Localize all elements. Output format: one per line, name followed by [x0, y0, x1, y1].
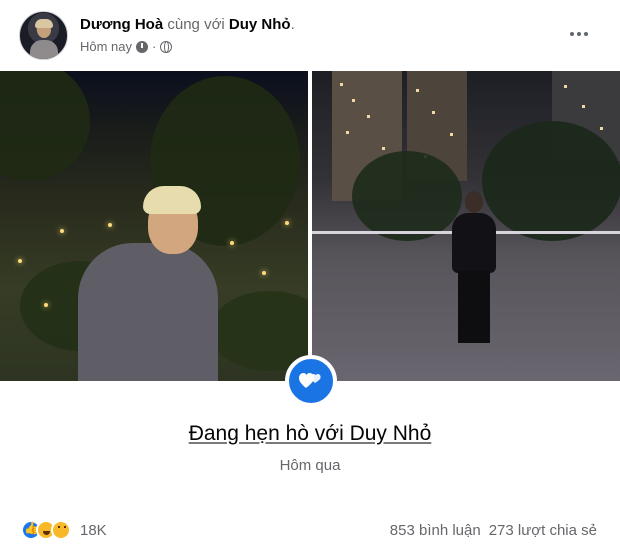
post-meta: Hôm nay ·	[80, 39, 173, 54]
photo-right[interactable]	[312, 71, 620, 381]
with-text: cùng với	[167, 16, 225, 33]
comment-count[interactable]: 853 bình luận	[390, 522, 481, 539]
post-photos	[0, 71, 620, 381]
relationship-badge	[285, 355, 337, 407]
author-avatar[interactable]	[19, 11, 68, 60]
post-time[interactable]: Hôm nay	[80, 39, 132, 54]
ellipsis-icon	[570, 32, 574, 36]
double-heart-icon	[299, 373, 321, 388]
post-footer: 18K 853 bình luận 273 lượt chia sẻ	[0, 518, 620, 548]
post-title-line: Dương Hoà cùng với Duy Nhỏ.	[80, 16, 295, 33]
share-count[interactable]: 273 lượt chia sẻ	[489, 522, 597, 539]
clock-icon	[136, 40, 149, 53]
sad-reaction-icon	[51, 520, 71, 540]
post-stats: 853 bình luận 273 lượt chia sẻ	[390, 522, 597, 539]
reactions-summary[interactable]: 18K	[21, 520, 107, 540]
life-event-title[interactable]: Đang hẹn hò với Duy Nhỏ	[0, 422, 620, 446]
post-header: Dương Hoà cùng với Duy Nhỏ. Hôm nay ·	[0, 0, 620, 70]
photo-left[interactable]	[0, 71, 308, 381]
more-options-button[interactable]	[566, 24, 592, 44]
reaction-count[interactable]: 18K	[80, 522, 107, 539]
life-event-date: Hôm qua	[279, 457, 341, 474]
author-name[interactable]: Dương Hoà	[80, 16, 163, 33]
tagged-suffix: .	[290, 16, 295, 33]
meta-separator: ·	[152, 39, 157, 54]
tagged-name[interactable]: Duy Nhỏ	[229, 16, 291, 33]
globe-icon[interactable]	[160, 40, 173, 53]
